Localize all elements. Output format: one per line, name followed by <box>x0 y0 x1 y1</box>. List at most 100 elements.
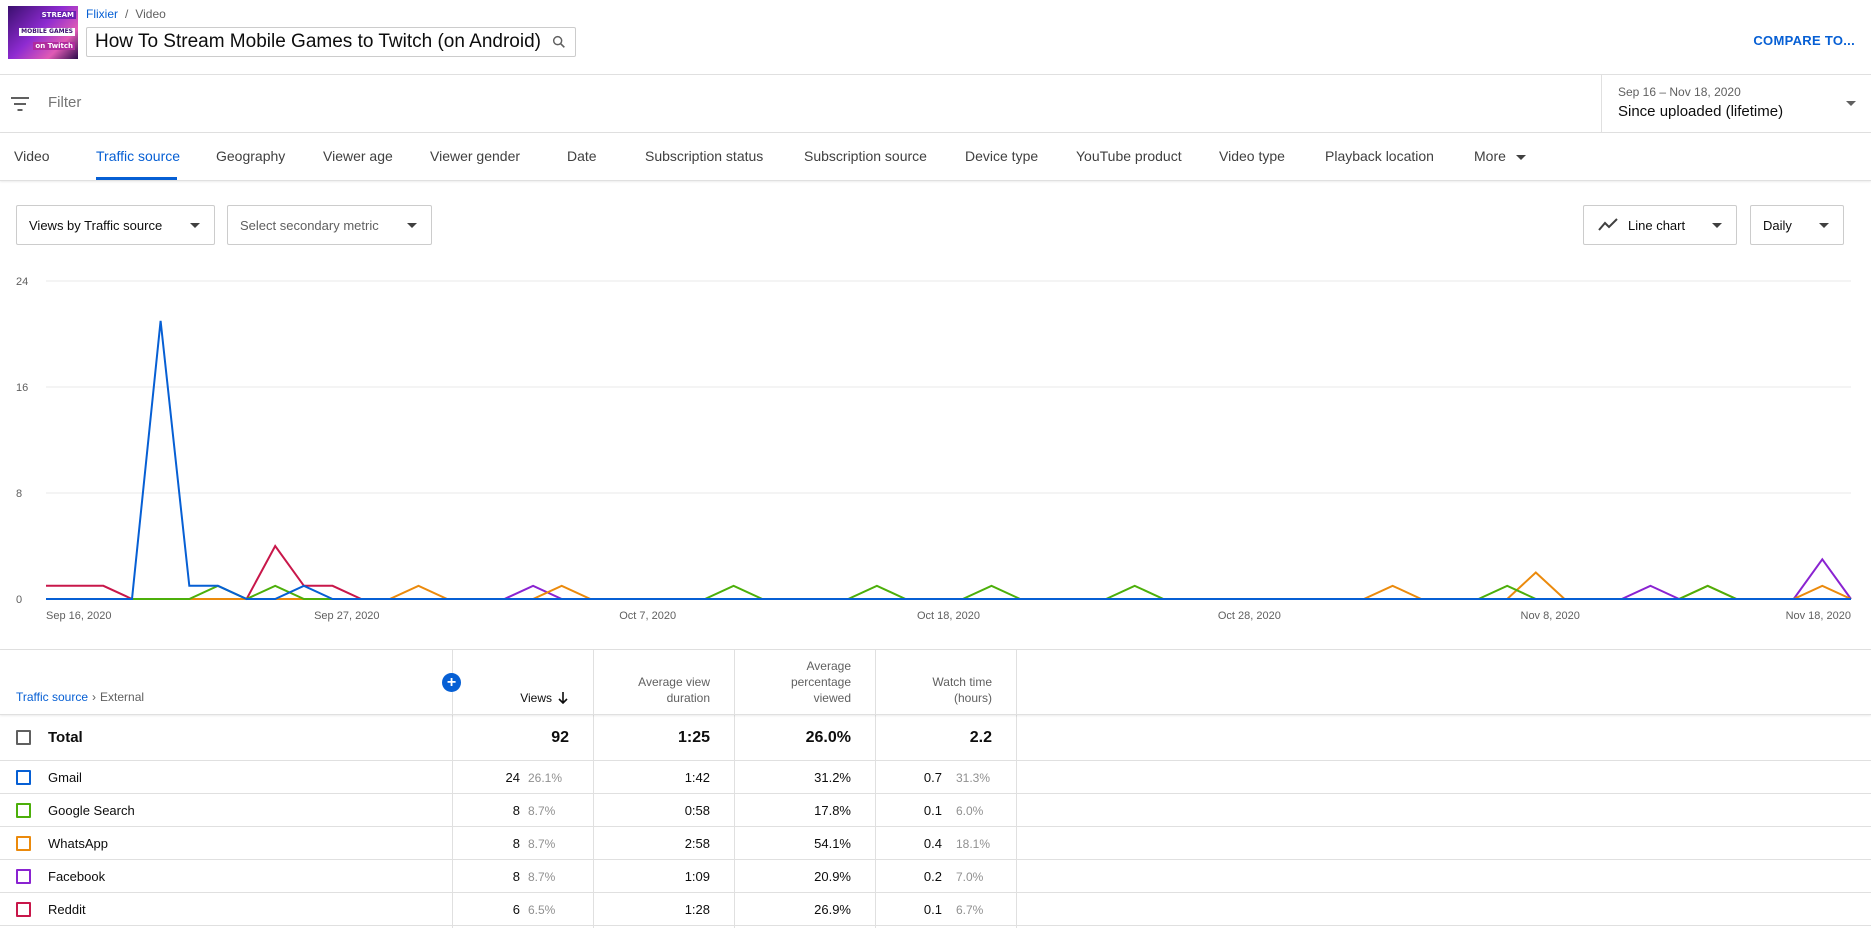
tab-geography[interactable]: Geography <box>216 148 285 164</box>
date-range-picker[interactable]: Sep 16 – Nov 18, 2020 Since uploaded (li… <box>1601 75 1871 133</box>
arrow-down-icon <box>558 692 568 704</box>
column-header-avg-percentage-viewed[interactable]: Average percentage viewed <box>740 658 851 706</box>
table-row[interactable]: Facebook 8 8.7% 1:09 20.9% 0.2 7.0% <box>0 860 1871 893</box>
chevron-down-icon <box>1819 223 1829 228</box>
row-views: 8 <box>512 803 520 818</box>
x-tick-label: Oct 7, 2020 <box>619 610 676 622</box>
search-icon[interactable] <box>551 34 567 50</box>
tab-video[interactable]: Video <box>14 148 50 164</box>
breadcrumb-channel-link[interactable]: Flixier <box>86 7 118 21</box>
dimension-link[interactable]: Traffic source <box>16 690 88 704</box>
row-checkbox[interactable] <box>16 869 31 884</box>
add-metric-button[interactable]: + <box>442 673 461 692</box>
row-avg-percentage-viewed: 17.8% <box>814 803 851 818</box>
tab-viewer-age[interactable]: Viewer age <box>323 148 393 164</box>
column-header-avg-view-duration[interactable]: Average view duration <box>600 674 710 706</box>
dimension-sub: External <box>100 690 145 704</box>
row-views: 24 <box>505 770 520 785</box>
table-row-total: Total 92 1:25 26.0% 2.2 <box>0 715 1871 761</box>
row-views: 6 <box>512 902 520 917</box>
row-checkbox[interactable] <box>16 836 31 851</box>
dimension-tabs: Video Traffic source Geography Viewer ag… <box>0 133 1871 181</box>
primary-metric-select[interactable]: Views by Traffic source <box>16 205 215 245</box>
tab-more[interactable]: More <box>1474 148 1526 164</box>
chevron-down-icon <box>1712 223 1722 228</box>
secondary-metric-select[interactable]: Select secondary metric <box>227 205 432 245</box>
tab-youtube-product[interactable]: YouTube product <box>1076 148 1182 164</box>
thumbnail-text-line1: STREAM <box>39 11 76 19</box>
row-avg-view-duration: 1:28 <box>684 902 710 917</box>
row-checkbox[interactable] <box>16 770 31 785</box>
tab-playback-location[interactable]: Playback location <box>1325 148 1434 164</box>
total-label: Total <box>48 729 83 746</box>
series-line-gmail <box>46 320 1851 600</box>
granularity-label: Daily <box>1763 217 1792 233</box>
filter-icon[interactable] <box>11 97 29 111</box>
compare-to-button[interactable]: COMPARE TO... <box>1753 33 1855 48</box>
dimension-breadcrumb: Traffic source › External <box>16 690 144 704</box>
column-header-views-label: Views <box>520 691 552 705</box>
table-row[interactable]: Google Search 8 8.7% 0:58 17.8% 0.1 6.0% <box>0 794 1871 827</box>
tab-more-label: More <box>1474 148 1506 164</box>
row-avg-view-duration: 1:42 <box>684 770 710 785</box>
chevron-down-icon <box>1846 101 1856 106</box>
tab-subscription-status[interactable]: Subscription status <box>645 148 763 164</box>
tab-date[interactable]: Date <box>567 148 597 164</box>
granularity-select[interactable]: Daily <box>1750 205 1844 245</box>
column-header-line: duration <box>666 691 710 705</box>
row-avg-view-duration: 1:09 <box>684 869 710 884</box>
tab-viewer-gender[interactable]: Viewer gender <box>430 148 520 164</box>
x-tick-label: Oct 28, 2020 <box>1218 610 1281 622</box>
y-tick-label: 16 <box>16 382 28 394</box>
row-watch-time-pct: 18.1% <box>956 837 991 851</box>
chevron-down-icon <box>190 223 200 228</box>
row-watch-time: 0.1 <box>923 803 942 818</box>
row-views-pct: 8.7% <box>528 804 556 818</box>
row-avg-view-duration: 0:58 <box>684 803 710 818</box>
x-tick-label: Nov 18, 2020 <box>1786 610 1851 622</box>
video-title: How To Stream Mobile Games to Twitch (on… <box>95 31 541 52</box>
breadcrumb: Flixier / Video <box>86 7 166 21</box>
series-line-facebook <box>46 557 1852 600</box>
row-avg-percentage-viewed: 20.9% <box>814 869 851 884</box>
tab-device-type[interactable]: Device type <box>965 148 1038 164</box>
breadcrumb-section: Video <box>135 7 166 21</box>
video-selector[interactable]: How To Stream Mobile Games to Twitch (on… <box>86 27 576 57</box>
row-avg-view-duration: 2:58 <box>684 836 710 851</box>
tab-subscription-source[interactable]: Subscription source <box>804 148 927 164</box>
page-header: STREAM MOBILE GAMES on Twitch Flixier / Vi… <box>0 0 1871 75</box>
row-avg-percentage-viewed: 26.9% <box>814 902 851 917</box>
total-checkbox[interactable] <box>16 730 31 745</box>
total-avg-percentage-viewed: 26.0% <box>805 729 851 746</box>
column-header-watch-time[interactable]: Watch time (hours) <box>880 674 992 706</box>
row-views-pct: 26.1% <box>528 771 563 785</box>
column-header-views[interactable]: Views <box>470 690 568 706</box>
filter-input[interactable] <box>48 94 448 111</box>
table-row[interactable]: WhatsApp 8 8.7% 2:58 54.1% 0.4 18.1% <box>0 827 1871 860</box>
row-watch-time-pct: 6.7% <box>956 903 984 917</box>
column-header-line: viewed <box>813 691 851 705</box>
video-thumbnail[interactable]: STREAM MOBILE GAMES on Twitch <box>8 6 78 59</box>
data-table: Traffic source › External + Views Average … <box>0 649 1871 928</box>
table-header: Traffic source › External + Views Average … <box>0 650 1871 715</box>
y-tick-label: 0 <box>16 594 22 606</box>
table-row[interactable]: Reddit 6 6.5% 1:28 26.9% 0.1 6.7% <box>0 893 1871 926</box>
secondary-metric-label: Select secondary metric <box>240 217 379 233</box>
tab-video-type[interactable]: Video type <box>1219 148 1285 164</box>
x-tick-label: Oct 18, 2020 <box>917 610 980 622</box>
row-avg-percentage-viewed: 31.2% <box>814 770 851 785</box>
total-avg-view-duration: 1:25 <box>677 729 710 746</box>
chart-type-select[interactable]: Line chart <box>1583 205 1737 245</box>
column-header-line: Average <box>806 659 851 673</box>
row-checkbox[interactable] <box>16 902 31 917</box>
row-watch-time-pct: 7.0% <box>956 870 984 884</box>
tab-traffic-source[interactable]: Traffic source <box>96 148 180 164</box>
row-avg-percentage-viewed: 54.1% <box>814 836 851 851</box>
row-checkbox[interactable] <box>16 803 31 818</box>
x-tick-label: Sep 16, 2020 <box>46 610 111 622</box>
row-watch-time: 0.2 <box>923 869 942 884</box>
row-views-pct: 6.5% <box>528 903 556 917</box>
table-row[interactable]: Gmail 24 26.1% 1:42 31.2% 0.7 31.3% <box>0 761 1871 794</box>
row-views-pct: 8.7% <box>528 870 556 884</box>
date-range-dates: Sep 16 – Nov 18, 2020 <box>1618 85 1741 99</box>
